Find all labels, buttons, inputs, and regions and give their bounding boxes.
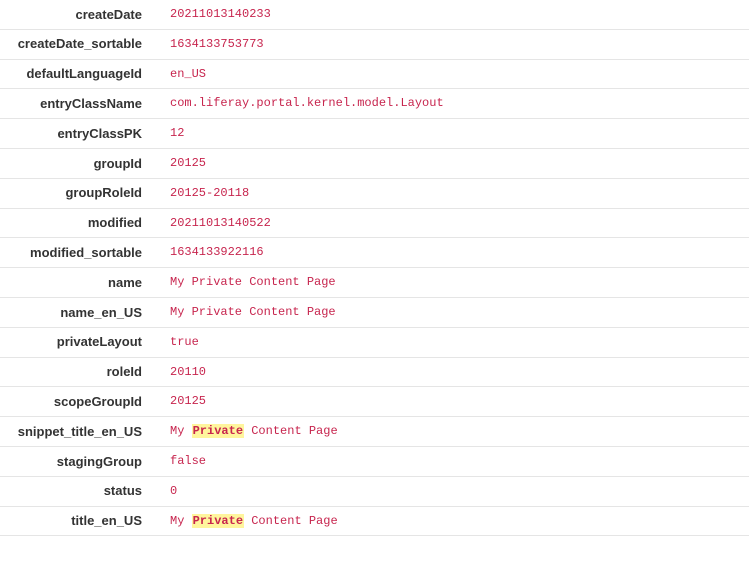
field-row: entryClassPK12 bbox=[0, 119, 749, 149]
field-label: status bbox=[0, 477, 150, 505]
highlight-term: Private bbox=[192, 514, 244, 528]
field-row: defaultLanguageIden_US bbox=[0, 60, 749, 90]
field-label: modified_sortable bbox=[0, 239, 150, 267]
field-label: defaultLanguageId bbox=[0, 60, 150, 88]
field-value: 20125 bbox=[150, 149, 749, 178]
field-value: My Private Content Page bbox=[150, 417, 749, 446]
field-row: name_en_USMy Private Content Page bbox=[0, 298, 749, 328]
field-value: 1634133753773 bbox=[150, 30, 749, 59]
field-label: roleId bbox=[0, 358, 150, 386]
field-label: scopeGroupId bbox=[0, 388, 150, 416]
field-label: groupId bbox=[0, 150, 150, 178]
field-row: entryClassNamecom.liferay.portal.kernel.… bbox=[0, 89, 749, 119]
field-label: name_en_US bbox=[0, 299, 150, 327]
field-row: snippet_title_en_USMy Private Content Pa… bbox=[0, 417, 749, 447]
field-row: roleId20110 bbox=[0, 358, 749, 388]
field-value: false bbox=[150, 447, 749, 476]
field-row: createDate20211013140233 bbox=[0, 0, 749, 30]
field-label: snippet_title_en_US bbox=[0, 418, 150, 446]
field-label: name bbox=[0, 269, 150, 297]
field-row: groupRoleId20125-20118 bbox=[0, 179, 749, 209]
field-label: entryClassName bbox=[0, 90, 150, 118]
field-row: scopeGroupId20125 bbox=[0, 387, 749, 417]
field-label: createDate_sortable bbox=[0, 30, 150, 58]
field-value: true bbox=[150, 328, 749, 357]
field-row: groupId20125 bbox=[0, 149, 749, 179]
field-label: entryClassPK bbox=[0, 120, 150, 148]
field-row: nameMy Private Content Page bbox=[0, 268, 749, 298]
field-row: stagingGroupfalse bbox=[0, 447, 749, 477]
field-label: title_en_US bbox=[0, 507, 150, 535]
field-label: createDate bbox=[0, 1, 150, 29]
field-label: groupRoleId bbox=[0, 179, 150, 207]
field-value: 20125-20118 bbox=[150, 179, 749, 208]
field-row: title_en_USMy Private Content Page bbox=[0, 507, 749, 537]
highlight-term: Private bbox=[192, 424, 244, 438]
field-row: modified_sortable1634133922116 bbox=[0, 238, 749, 268]
field-value: 20211013140233 bbox=[150, 0, 749, 29]
field-value: en_US bbox=[150, 60, 749, 89]
field-row: privateLayouttrue bbox=[0, 328, 749, 358]
field-value: 1634133922116 bbox=[150, 238, 749, 267]
field-table: createDate20211013140233createDate_sorta… bbox=[0, 0, 749, 536]
field-value: 20125 bbox=[150, 387, 749, 416]
field-value: My Private Content Page bbox=[150, 507, 749, 536]
field-row: modified20211013140522 bbox=[0, 209, 749, 239]
field-row: createDate_sortable1634133753773 bbox=[0, 30, 749, 60]
field-value: My Private Content Page bbox=[150, 298, 749, 327]
field-value: 0 bbox=[150, 477, 749, 506]
field-value: 20110 bbox=[150, 358, 749, 387]
field-value: My Private Content Page bbox=[150, 268, 749, 297]
field-row: status0 bbox=[0, 477, 749, 507]
field-value: com.liferay.portal.kernel.model.Layout bbox=[150, 89, 749, 118]
field-label: stagingGroup bbox=[0, 448, 150, 476]
field-label: modified bbox=[0, 209, 150, 237]
field-value: 20211013140522 bbox=[150, 209, 749, 238]
field-value: 12 bbox=[150, 119, 749, 148]
field-label: privateLayout bbox=[0, 328, 150, 356]
